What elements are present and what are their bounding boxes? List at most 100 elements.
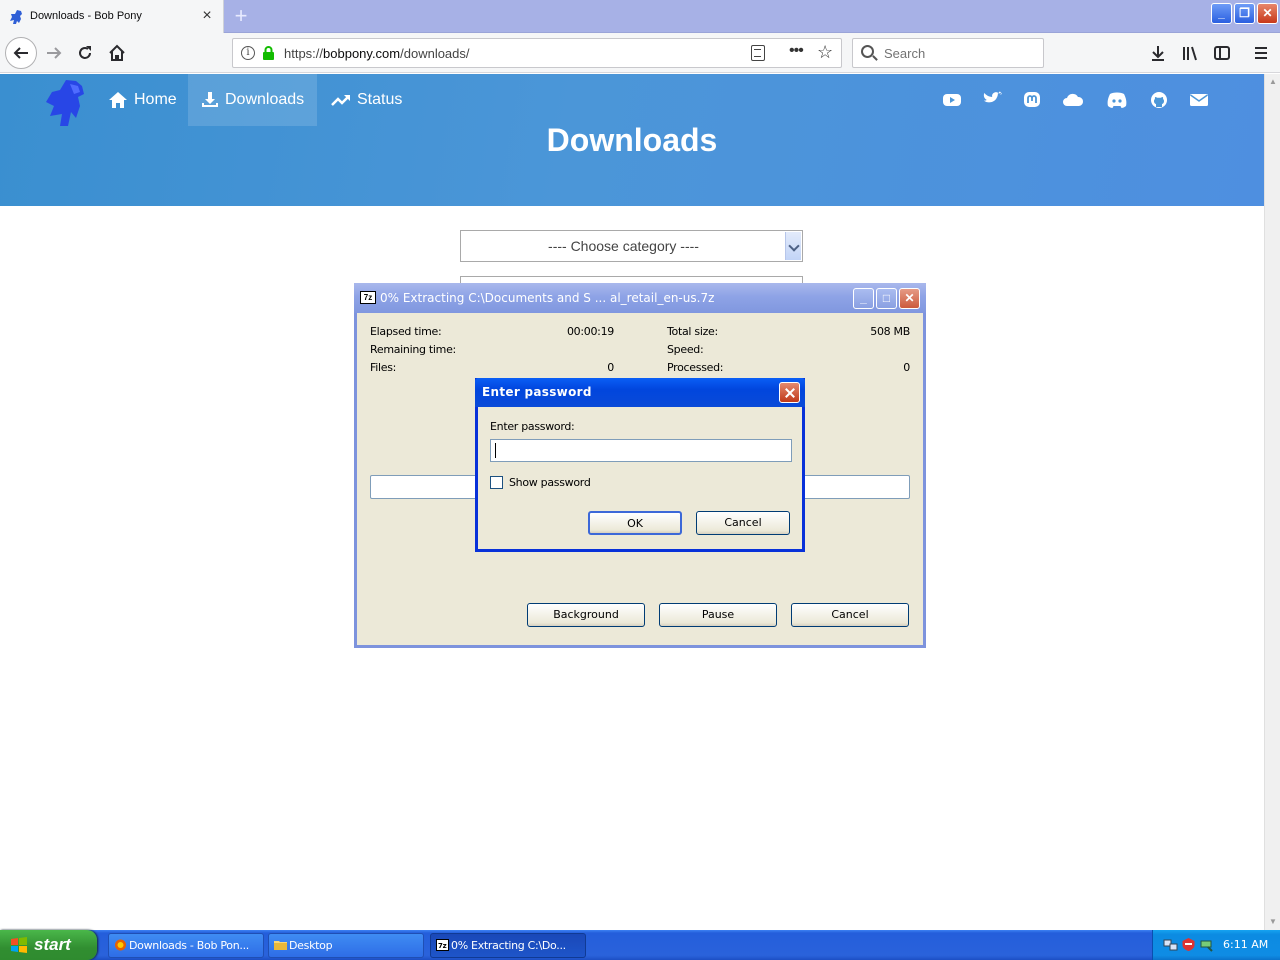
- youtube-icon[interactable]: [942, 91, 962, 109]
- close-icon[interactable]: [779, 382, 800, 403]
- home-button[interactable]: [103, 39, 131, 67]
- url-text[interactable]: https://bobpony.com/downloads/: [284, 46, 470, 61]
- download-icon: [202, 92, 218, 107]
- nav-home-link[interactable]: Home: [95, 74, 190, 126]
- taskbar-item-7zip[interactable]: 7z 0% Extracting C:\Do...: [430, 933, 586, 958]
- nav-downloads-link[interactable]: Downloads: [188, 74, 318, 126]
- reader-view-icon[interactable]: [751, 45, 765, 61]
- network-icon[interactable]: [1163, 937, 1178, 952]
- sidebar-toggle-button[interactable]: [1208, 39, 1236, 67]
- show-password-checkbox[interactable]: [490, 476, 503, 489]
- cloud-icon[interactable]: [1062, 91, 1084, 109]
- processed-label: Processed:: [667, 361, 724, 374]
- security-alert-icon[interactable]: [1181, 937, 1196, 952]
- site-info-icon[interactable]: i: [241, 46, 255, 60]
- window-minimize-button[interactable]: _: [1211, 3, 1232, 24]
- category-select[interactable]: ---- Choose category ----: [460, 230, 803, 262]
- email-icon[interactable]: [1189, 91, 1209, 109]
- extract-maximize-button[interactable]: □: [876, 288, 897, 309]
- search-box[interactable]: Search: [852, 38, 1044, 68]
- downloads-toolbar-button[interactable]: [1144, 39, 1172, 67]
- page-scrollbar[interactable]: ▲ ▼: [1264, 74, 1280, 930]
- taskbar-item-label: 0% Extracting C:\Do...: [451, 939, 566, 952]
- sidebar-icon: [1214, 46, 1230, 60]
- hero-banner: Home Downloads Status Downloads: [0, 74, 1264, 206]
- clock: 6:11 AM: [1223, 938, 1269, 951]
- browser-tab-strip: Downloads - Bob Pony × + _ ❐ ✕: [0, 0, 1280, 33]
- window-restore-button[interactable]: ❐: [1234, 3, 1255, 24]
- back-arrow-icon: [13, 47, 28, 59]
- files-label: Files:: [370, 361, 397, 374]
- home-icon: [109, 44, 125, 61]
- extract-minimize-button[interactable]: _: [853, 288, 874, 309]
- total-size-value: 508 MB: [870, 325, 910, 338]
- reload-button[interactable]: [71, 39, 99, 67]
- firefox-icon: [115, 939, 126, 951]
- search-placeholder: Search: [884, 46, 926, 61]
- nav-status-label: Status: [357, 91, 403, 108]
- password-input[interactable]: [490, 439, 792, 462]
- extract-close-button[interactable]: ✕: [899, 288, 920, 309]
- trend-chart-icon: [331, 95, 350, 106]
- forward-arrow-icon: [47, 47, 62, 59]
- show-password-label[interactable]: Show password: [509, 476, 591, 489]
- svg-text:7z: 7z: [438, 942, 447, 950]
- window-close-button[interactable]: ✕: [1257, 3, 1278, 24]
- nav-status-link[interactable]: Status: [318, 74, 415, 126]
- start-label: start: [34, 935, 71, 954]
- bookmark-star-icon[interactable]: ☆: [817, 42, 833, 63]
- password-dialog-title: Enter password: [482, 385, 592, 399]
- discord-icon[interactable]: [1106, 91, 1128, 109]
- password-dialog-titlebar[interactable]: Enter password: [475, 378, 805, 407]
- browser-toolbar: i https://bobpony.com/downloads/ ••• ☆ S…: [0, 33, 1280, 73]
- processed-value: 0: [903, 361, 910, 374]
- taskbar-item-firefox[interactable]: Downloads - Bob Pon...: [108, 933, 264, 958]
- taskbar-item-label: Desktop: [289, 939, 333, 952]
- reload-icon: [79, 46, 91, 59]
- nav-home-label: Home: [134, 91, 177, 108]
- taskbar-item-desktop[interactable]: Desktop: [268, 933, 424, 958]
- scroll-down-icon[interactable]: ▼: [1268, 917, 1278, 927]
- pause-button[interactable]: Pause: [659, 603, 777, 627]
- forward-button[interactable]: [40, 39, 68, 67]
- safely-remove-hardware-icon[interactable]: [1199, 937, 1214, 952]
- home-icon: [109, 92, 127, 108]
- start-button[interactable]: start: [0, 930, 97, 960]
- 7zip-icon: 7z: [360, 291, 376, 304]
- hamburger-menu-icon: [1255, 47, 1267, 59]
- chevron-down-icon[interactable]: [785, 232, 801, 260]
- speed-label: Speed:: [667, 343, 704, 356]
- extract-cancel-button[interactable]: Cancel: [791, 603, 909, 627]
- background-button[interactable]: Background: [527, 603, 645, 627]
- url-host: bobpony.com: [323, 46, 401, 61]
- 7zip-icon: 7z: [436, 939, 449, 951]
- ok-button[interactable]: OK: [588, 511, 682, 535]
- elapsed-time-label: Elapsed time:: [370, 325, 442, 338]
- bobpony-logo[interactable]: [40, 78, 92, 128]
- browser-tab[interactable]: Downloads - Bob Pony ×: [0, 0, 224, 33]
- taskbar-item-label: Downloads - Bob Pon...: [129, 939, 249, 952]
- mastodon-icon[interactable]: [1022, 91, 1042, 109]
- library-button[interactable]: [1176, 39, 1204, 67]
- menu-button[interactable]: [1247, 39, 1275, 67]
- password-dialog: Enter password Enter password: Show pass…: [475, 378, 805, 552]
- tab-title: Downloads - Bob Pony: [30, 10, 142, 22]
- taskbar: start Downloads - Bob Pon... Desktop 7z …: [0, 930, 1280, 960]
- padlock-icon[interactable]: [262, 46, 275, 60]
- password-cancel-button[interactable]: Cancel: [696, 511, 790, 535]
- url-scheme: https://: [284, 46, 324, 61]
- twitter-icon[interactable]: [983, 91, 1003, 109]
- scroll-up-icon[interactable]: ▲: [1268, 77, 1278, 87]
- library-icon: [1183, 46, 1197, 61]
- download-arrow-icon: [1152, 46, 1164, 61]
- new-tab-button[interactable]: +: [230, 5, 252, 27]
- windows-flag-icon: [11, 937, 27, 953]
- tab-close-icon[interactable]: ×: [199, 7, 215, 25]
- page-actions-icon[interactable]: •••: [789, 42, 804, 60]
- search-icon: [861, 45, 874, 58]
- address-bar[interactable]: i https://bobpony.com/downloads/ ••• ☆: [232, 38, 842, 68]
- back-button[interactable]: [5, 37, 37, 69]
- github-icon[interactable]: [1149, 91, 1169, 109]
- url-path: /downloads/: [400, 46, 470, 61]
- extract-window-titlebar[interactable]: 7z 0% Extracting C:\Documents and S ... …: [354, 283, 926, 313]
